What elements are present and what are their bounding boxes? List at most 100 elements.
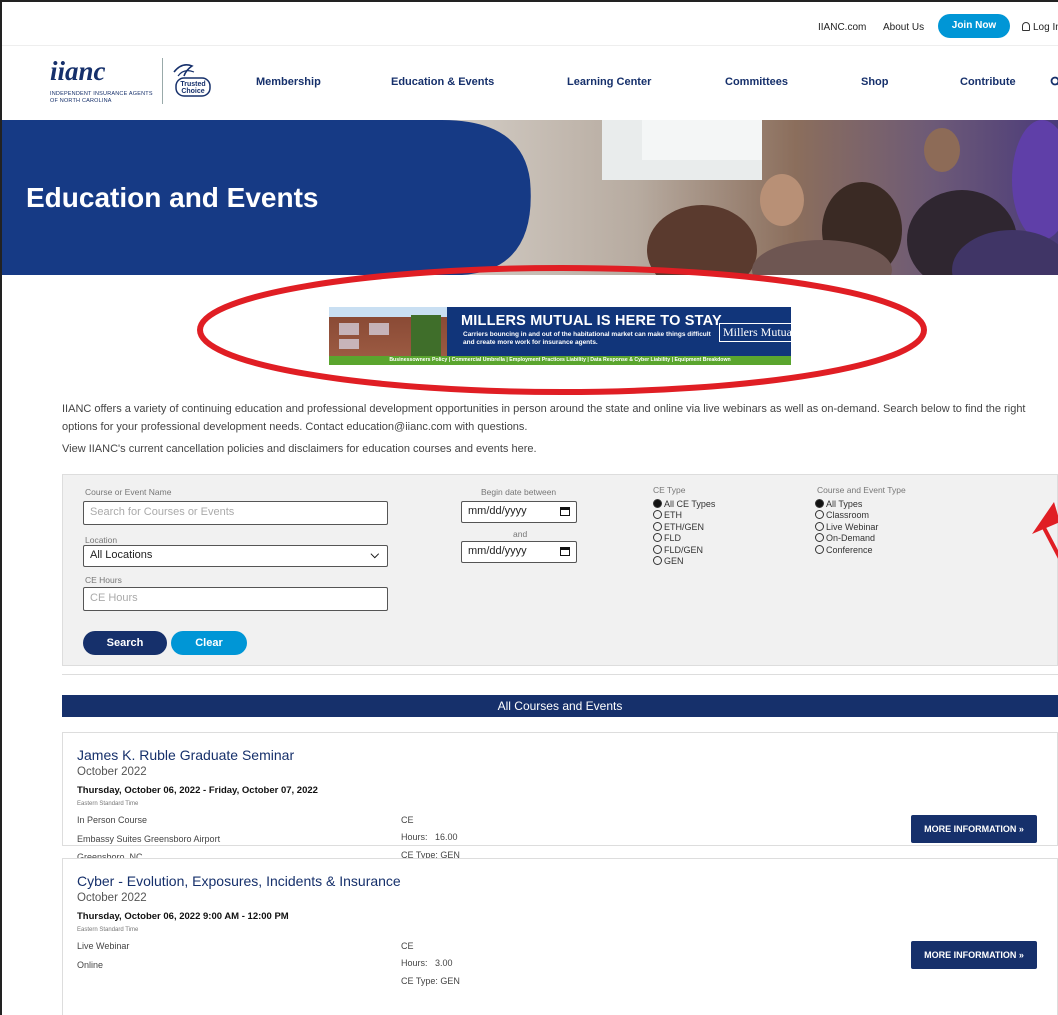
intro-text: IIANC offers a variety of continuing edu… — [62, 403, 1026, 433]
about-us-link[interactable]: About Us — [883, 22, 924, 33]
site-header: iianc INDEPENDENT INSURANCE AGENTS OF NO… — [2, 46, 1058, 120]
ad-brand-logo: Millers Mutual — [719, 323, 791, 342]
search-panel: Course or Event Name Search for Courses … — [62, 474, 1058, 666]
begin-date-placeholder: mm/dd/yyyy — [468, 505, 527, 517]
ad-product-strip: Businessowners Policy | Commercial Umbre… — [329, 356, 791, 365]
radio-button[interactable] — [653, 544, 662, 554]
hero-banner: Education and Events — [2, 120, 1058, 275]
trusted-choice-logo: Trusted Choice — [173, 64, 211, 97]
event-timezone: Eastern Standard Time — [77, 927, 139, 933]
nav-membership[interactable]: Membership — [256, 76, 321, 88]
event-title[interactable]: Cyber - Evolution, Exposures, Incidents … — [77, 873, 401, 889]
radio-button[interactable] — [653, 521, 662, 531]
event-type-option[interactable]: Live Webinar — [815, 521, 879, 533]
hours-prefix: Hours: — [401, 832, 428, 842]
ad-title: MILLERS MUTUAL IS HERE TO STAY — [461, 313, 722, 329]
radio-button[interactable] — [815, 499, 824, 508]
chevron-down-icon: ⌵ — [370, 549, 379, 561]
ce-hours: Hours: 3.00 — [401, 958, 453, 968]
ce-label: CE — [401, 815, 414, 825]
course-name-input[interactable]: Search for Courses or Events — [83, 501, 388, 525]
location-select[interactable]: All Locations ⌵ — [83, 545, 388, 567]
svg-text:Trusted: Trusted — [180, 81, 205, 88]
calendar-icon — [560, 507, 570, 516]
iianc-link[interactable]: IIANC.com — [818, 22, 866, 33]
end-date-placeholder: mm/dd/yyyy — [468, 545, 527, 557]
nav-contribute[interactable]: Contribute — [960, 76, 1016, 88]
event-type-option-label: All Types — [826, 499, 863, 509]
more-label: MORE INFORMATION — [924, 950, 1017, 960]
event-type-option[interactable]: All Types — [815, 499, 862, 510]
event-type-option-label: On-Demand — [826, 533, 876, 544]
list-header: All Courses and Events — [62, 695, 1058, 717]
more-information-button[interactable]: MORE INFORMATION » — [911, 815, 1037, 843]
millers-mutual-ad[interactable]: MILLERS MUTUAL IS HERE TO STAY Carriers … — [329, 307, 791, 365]
hours-value: 16.00 — [435, 832, 458, 842]
ce-type-option[interactable]: FLD — [653, 533, 681, 544]
event-month: October 2022 — [77, 766, 147, 778]
event-type-option-label: Conference — [826, 544, 873, 555]
event-dates: Thursday, October 06, 2022 9:00 AM - 12:… — [77, 911, 289, 922]
radio-button[interactable] — [815, 533, 824, 543]
event-type-option-label: Classroom — [826, 510, 870, 521]
search-icon[interactable] — [1050, 76, 1058, 88]
and-label: and — [513, 529, 528, 539]
nav-education-events[interactable]: Education & Events — [391, 76, 494, 88]
login-link[interactable]: Log In — [1022, 22, 1058, 33]
page-frame: IIANC.com About Us Join Now Log In iianc… — [0, 0, 1058, 1015]
ce-type-option[interactable]: ETH/GEN — [653, 521, 705, 533]
ce-type-option[interactable]: ETH — [653, 510, 682, 521]
event-type-option[interactable]: On-Demand — [815, 533, 875, 544]
nav-committees[interactable]: Committees — [725, 76, 788, 88]
clear-button[interactable]: Clear — [171, 631, 247, 655]
iianc-logo[interactable]: iianc — [50, 56, 106, 87]
more-information-button[interactable]: MORE INFORMATION » — [911, 941, 1037, 969]
event-title[interactable]: James K. Ruble Graduate Seminar — [77, 747, 294, 763]
event-type-label: Course and Event Type — [817, 485, 906, 495]
end-date-input[interactable]: mm/dd/yyyy — [461, 541, 577, 563]
event-type-option[interactable]: Classroom — [815, 510, 869, 521]
ce-type-option-label: FLD/GEN — [664, 544, 704, 555]
ce-label: CE — [401, 941, 414, 951]
ce-type-option[interactable]: FLD/GEN — [653, 544, 704, 556]
radio-button[interactable] — [653, 510, 662, 520]
ce-hours-input[interactable]: CE Hours — [83, 587, 388, 611]
radio-button[interactable] — [815, 521, 824, 531]
ce-type-option-label: ETH — [664, 510, 682, 521]
event-type-option-label: Live Webinar — [826, 521, 879, 532]
event-type-option[interactable]: Conference — [815, 544, 873, 556]
nav-shop[interactable]: Shop — [861, 76, 889, 88]
search-button[interactable]: Search — [83, 631, 167, 655]
radio-button[interactable] — [653, 499, 662, 508]
location-value: All Locations — [90, 549, 153, 561]
login-label: Log In — [1033, 22, 1058, 33]
begin-date-label: Begin date between — [481, 487, 557, 497]
logo-divider — [162, 58, 163, 104]
event-venue: Embassy Suites Greensboro Airport — [77, 834, 221, 844]
calendar-icon — [560, 547, 570, 556]
radio-button[interactable] — [653, 556, 662, 565]
logo-subtitle: INDEPENDENT INSURANCE AGENTS OF NORTH CA… — [50, 91, 153, 104]
join-now-button[interactable]: Join Now — [938, 14, 1010, 38]
begin-date-input[interactable]: mm/dd/yyyy — [461, 501, 577, 523]
page-title: Education and Events — [26, 182, 319, 213]
event-venue: Online — [77, 960, 104, 970]
event-month: October 2022 — [77, 892, 147, 904]
svg-text:Choice: Choice — [181, 88, 204, 95]
ce-hours: Hours: 16.00 — [401, 832, 458, 842]
user-icon — [1022, 22, 1030, 31]
ce-type-option-label: ETH/GEN — [664, 521, 705, 532]
radio-button[interactable] — [815, 510, 824, 520]
event-dates: Thursday, October 06, 2022 - Friday, Oct… — [77, 785, 318, 796]
divider — [62, 674, 1058, 675]
cancellation-policy-link[interactable]: View IIANC's current cancellation polici… — [62, 443, 537, 455]
ce-type-option[interactable]: All CE Types — [653, 499, 715, 510]
hours-prefix: Hours: — [401, 958, 428, 968]
location-label: Location — [85, 535, 118, 545]
radio-button[interactable] — [815, 544, 824, 554]
ce-type-option[interactable]: GEN — [653, 556, 684, 567]
ce-type-option-label: All CE Types — [664, 499, 716, 509]
ad-building-photo — [329, 307, 447, 356]
radio-button[interactable] — [653, 533, 662, 543]
nav-learning-center[interactable]: Learning Center — [567, 76, 651, 88]
